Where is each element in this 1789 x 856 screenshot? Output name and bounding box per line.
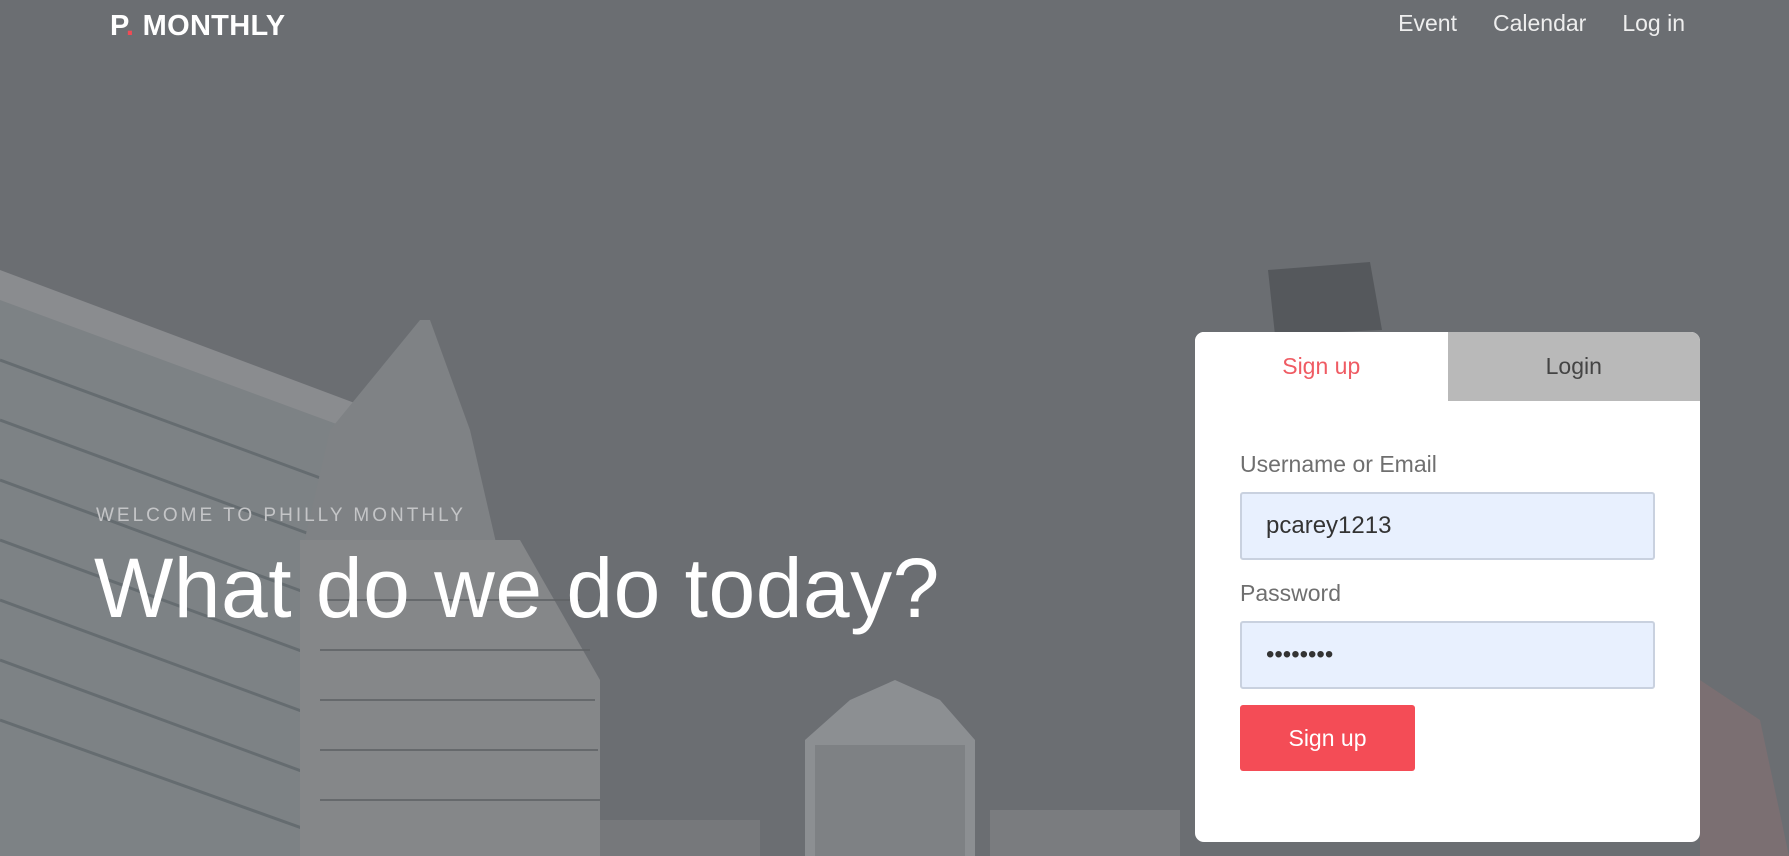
sign-up-button[interactable]: Sign up (1240, 705, 1415, 771)
password-input[interactable] (1240, 621, 1655, 689)
brand-name: MONTHLY (142, 10, 286, 42)
username-input[interactable] (1240, 492, 1655, 560)
hero-welcome-text: WELCOME TO PHILLY MONTHLY (96, 505, 466, 526)
auth-card: Sign up Login Username or Email Password… (1195, 332, 1700, 842)
hero-headline: What do we do today? (94, 541, 940, 635)
brand-prefix: P (110, 10, 126, 42)
nav-link-login[interactable]: Log in (1622, 10, 1685, 37)
password-label: Password (1240, 580, 1341, 606)
nav-links: Event Calendar Log in (1398, 10, 1685, 37)
username-label: Username or Email (1240, 451, 1437, 477)
tab-login[interactable]: Login (1447, 332, 1700, 401)
nav-link-calendar[interactable]: Calendar (1493, 10, 1586, 37)
tab-sign-up[interactable]: Sign up (1195, 332, 1448, 401)
top-navigation: P. MONTHLY Event Calendar Log in (0, 0, 1789, 56)
sign-up-form: Username or Email Password Sign up (1195, 401, 1700, 771)
auth-tabs: Sign up Login (1195, 332, 1700, 401)
brand-dot: . (125, 10, 135, 42)
nav-link-event[interactable]: Event (1398, 10, 1457, 37)
brand-logo[interactable]: P. MONTHLY (110, 10, 285, 43)
